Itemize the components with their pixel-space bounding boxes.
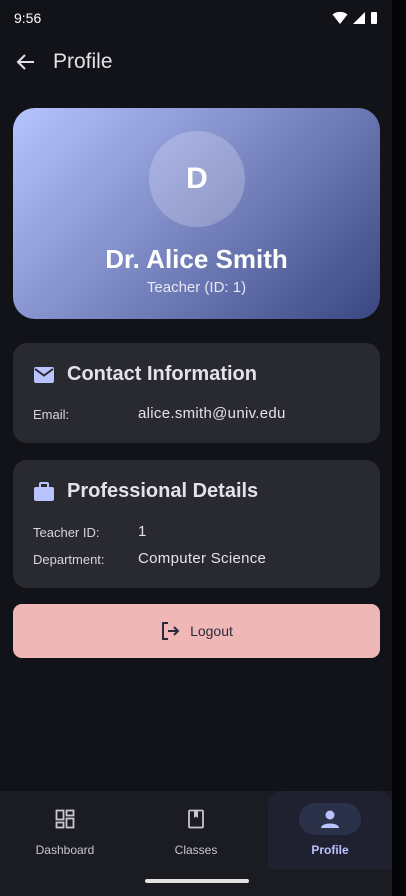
book-icon-wrap (165, 803, 227, 835)
professional-card: Professional Details Teacher ID: 1 Depar… (13, 460, 380, 588)
person-icon (321, 810, 339, 828)
nav-item-profile[interactable]: Profile (268, 791, 392, 869)
nav-item-dashboard[interactable]: Dashboard (0, 791, 130, 869)
status-icons (332, 11, 378, 25)
nav-label-classes: Classes (174, 843, 218, 857)
person-icon-wrap (299, 803, 361, 835)
department-value: Computer Science (138, 550, 267, 567)
teacher-id-label: Teacher ID: (33, 525, 100, 540)
battery-icon (371, 12, 377, 24)
page-title: Profile (53, 50, 113, 73)
mail-icon (34, 366, 54, 383)
nav-item-classes[interactable]: Classes (131, 791, 261, 869)
side-rail (392, 0, 406, 896)
department-label: Department: (33, 552, 105, 567)
avatar: D (149, 131, 245, 227)
logout-button[interactable]: Logout (13, 604, 380, 658)
signal-icon (353, 12, 365, 24)
arrow-back-icon (16, 54, 34, 70)
logout-label: Logout (190, 623, 233, 639)
contact-card: Contact Information Email: alice.smith@u… (13, 343, 380, 443)
profile-subtitle: Teacher (ID: 1) (146, 279, 247, 296)
nav-label-profile: Profile (311, 843, 349, 857)
email-value: alice.smith@univ.edu (138, 405, 286, 422)
wifi-icon (332, 11, 348, 24)
dashboard-icon (55, 809, 75, 829)
professional-card-header: Professional Details (33, 480, 258, 503)
app-bar: Profile (0, 36, 392, 88)
status-time: 9:56 (14, 10, 42, 26)
status-bar: 9:56 (0, 0, 392, 36)
teacher-id-value: 1 (138, 523, 147, 540)
home-indicator[interactable] (145, 879, 249, 883)
dashboard-icon-wrap (34, 803, 96, 835)
professional-card-title: Professional Details (67, 480, 259, 502)
book-icon (188, 809, 204, 829)
profile-name: Dr. Alice Smith (105, 244, 288, 274)
email-label: Email: (33, 407, 70, 422)
profile-header-card: D Dr. Alice Smith Teacher (ID: 1) (13, 108, 380, 319)
nav-label-dashboard: Dashboard (35, 843, 95, 857)
contact-card-header: Contact Information (33, 363, 257, 386)
briefcase-icon (34, 481, 54, 501)
contact-card-title: Contact Information (67, 363, 257, 385)
logout-icon (162, 622, 180, 640)
back-button[interactable] (14, 50, 38, 74)
